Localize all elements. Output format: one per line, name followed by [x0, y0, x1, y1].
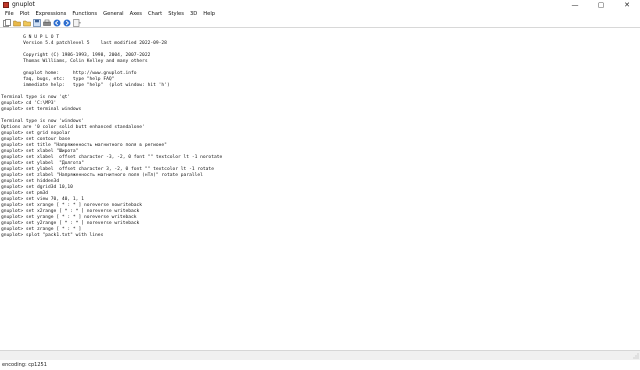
console-output[interactable]: G N U P L O T Version 5.4 patchlevel 5 l…	[0, 29, 640, 350]
menu-axes[interactable]: Axes	[127, 10, 145, 18]
prev-icon[interactable]	[53, 19, 61, 27]
print-icon[interactable]	[43, 19, 51, 27]
close-button[interactable]: ✕	[614, 0, 640, 10]
encoding-status: encoding: cp1251	[2, 362, 47, 368]
chdir-icon[interactable]	[33, 18, 41, 27]
next-icon[interactable]	[63, 19, 71, 27]
menu-help[interactable]: Help	[200, 10, 218, 18]
window-title: gnuplot	[12, 1, 35, 8]
gnuplot-app-icon	[3, 2, 9, 8]
copy-icon[interactable]	[3, 18, 11, 27]
resize-grip-icon[interactable]	[633, 353, 639, 359]
status-bar: encoding: cp1251	[0, 350, 640, 368]
maximize-button[interactable]: ▢	[588, 0, 614, 10]
menu-3d[interactable]: 3D	[187, 10, 200, 18]
menu-file[interactable]: File	[2, 10, 17, 18]
menu-functions[interactable]: Functions	[69, 10, 100, 18]
toolbar	[0, 18, 640, 28]
window-controls: — ▢ ✕	[562, 0, 640, 10]
menu-styles[interactable]: Styles	[165, 10, 187, 18]
menu-general[interactable]: General	[100, 10, 126, 18]
options-icon[interactable]	[73, 18, 81, 27]
minimize-button[interactable]: —	[562, 0, 588, 10]
menu-bar: File Plot Expressions Functions General …	[0, 10, 640, 18]
console-line: gnuplot> splot "pack1.txt" with lines	[1, 233, 104, 238]
menu-plot[interactable]: Plot	[17, 10, 33, 18]
menu-expressions[interactable]: Expressions	[32, 10, 69, 18]
title-bar: gnuplot — ▢ ✕	[0, 0, 640, 10]
open-icon[interactable]	[13, 19, 21, 27]
save-icon[interactable]	[23, 19, 31, 27]
menu-chart[interactable]: Chart	[145, 10, 165, 18]
